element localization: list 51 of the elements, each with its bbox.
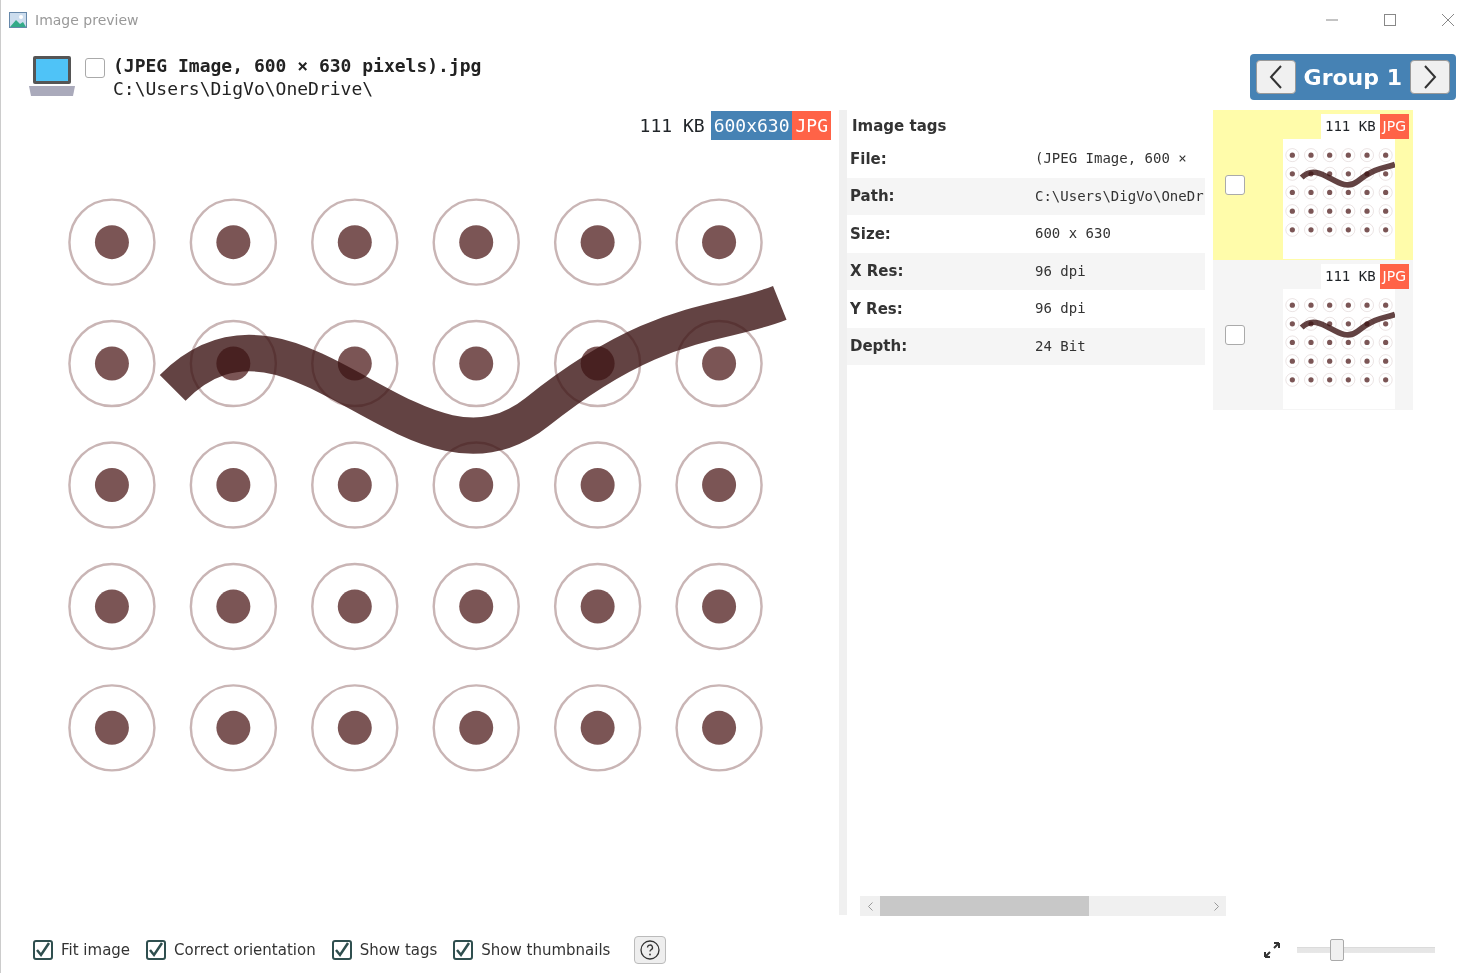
window-title: Image preview — [35, 10, 139, 30]
chevron-left-icon — [1268, 65, 1283, 89]
tag-label: Y Res: — [849, 298, 904, 320]
option-label: Show tags — [359, 939, 438, 961]
laptop-icon — [27, 54, 77, 98]
checkbox[interactable] — [85, 58, 105, 78]
checkbox[interactable] — [33, 940, 53, 960]
thumbnail-item[interactable]: 111 KB JPG — [1213, 110, 1413, 260]
file-name: (JPEG Image, 600 × 630 pixels).jpg — [113, 54, 482, 77]
file-type-tag: JPG — [1379, 264, 1409, 289]
chevron-right-icon — [1423, 65, 1437, 89]
option-label: Show thumbnails — [481, 939, 611, 961]
tag-value: (JPEG Image, 600 × — [1035, 149, 1187, 169]
checkbox[interactable] — [453, 940, 474, 960]
tag-label: Path: — [849, 186, 896, 207]
file-type-tag: JPG — [792, 110, 831, 140]
thumbnail-item[interactable]: 111 KB JPG — [1213, 260, 1413, 410]
previous-button[interactable] — [1255, 60, 1296, 94]
file-type-tag: JPG — [1379, 114, 1409, 139]
tag-label: Depth: — [849, 336, 909, 357]
scroll-right-icon[interactable] — [1213, 901, 1219, 911]
tag-label: Size: — [849, 223, 892, 245]
tag-value: 600 x 630 — [1035, 224, 1111, 244]
tag-value: 24 Bit — [1035, 336, 1086, 356]
file-path: C:\Users\DigVo\OneDrive\ — [113, 77, 375, 100]
group-label: Group 1 — [1303, 63, 1402, 92]
minimize-icon — [1326, 19, 1338, 21]
file-size: 111 KB — [1321, 264, 1380, 289]
dimensions-tag: 600x630 — [710, 110, 793, 140]
tag-label: File: — [849, 148, 888, 170]
option-label: Fit image — [61, 939, 131, 961]
next-button[interactable] — [1410, 60, 1450, 94]
maximize-icon — [1384, 14, 1396, 26]
checkbox[interactable] — [331, 940, 352, 960]
tags-heading: Image tags — [852, 117, 947, 135]
option-label: Correct orientation — [174, 939, 316, 961]
tag-label: X Res: — [849, 261, 905, 282]
file-size: 111 KB — [1321, 114, 1380, 139]
image-icon — [9, 12, 27, 28]
file-size: 111 KB — [639, 113, 706, 138]
tag-value: C:\Users\DigVo\OneDr — [1035, 186, 1204, 206]
checkbox[interactable] — [1225, 175, 1245, 195]
horizontal-scrollbar[interactable] — [860, 896, 1226, 916]
close-icon — [1442, 14, 1454, 26]
checkbox[interactable] — [146, 940, 167, 960]
tag-value: 96 dpi — [1035, 261, 1086, 281]
fullscreen-icon[interactable] — [1263, 941, 1281, 959]
checkbox[interactable] — [1225, 325, 1245, 345]
scroll-left-icon[interactable] — [867, 901, 873, 911]
help-button[interactable] — [634, 936, 667, 964]
tag-value: 96 dpi — [1035, 299, 1086, 319]
